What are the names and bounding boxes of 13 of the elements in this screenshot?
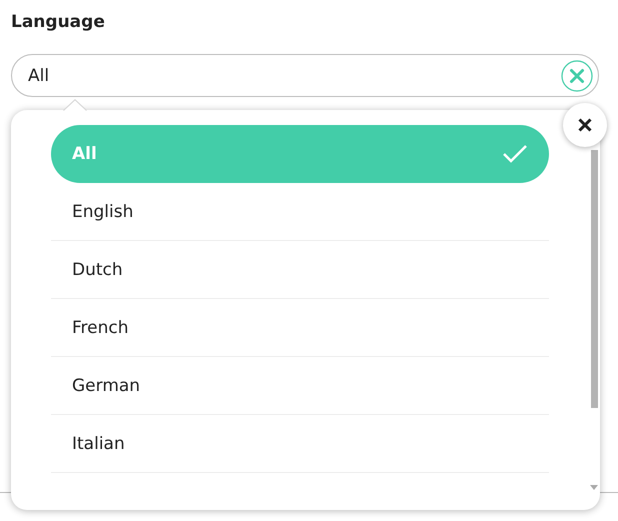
field-label: Language bbox=[11, 11, 106, 33]
check-icon bbox=[502, 144, 528, 164]
option-item[interactable]: English bbox=[51, 183, 549, 241]
close-button[interactable] bbox=[563, 103, 607, 147]
option-item[interactable]: Dutch bbox=[51, 241, 549, 299]
close-icon bbox=[577, 117, 593, 133]
clear-icon[interactable] bbox=[561, 60, 593, 92]
scroll-down-icon[interactable] bbox=[590, 485, 598, 490]
field-value: All bbox=[28, 66, 50, 86]
option-item[interactable]: Italian bbox=[51, 415, 549, 473]
option-item[interactable]: German bbox=[51, 357, 549, 415]
option-item[interactable]: French bbox=[51, 299, 549, 357]
language-field[interactable]: All bbox=[11, 54, 599, 97]
